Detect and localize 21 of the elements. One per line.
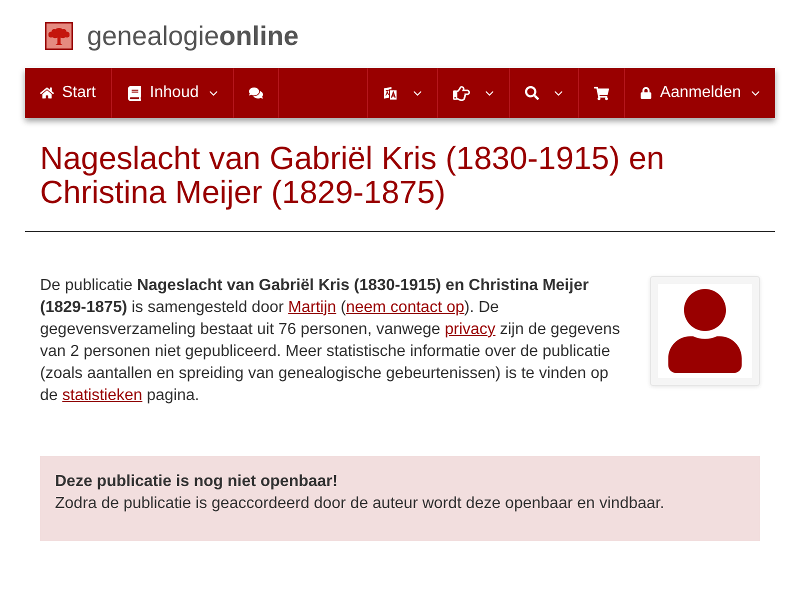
notice-text: Zodra de publicatie is geaccordeerd door de auteur wordt deze openbaar en vindbaar. — [55, 494, 666, 514]
statistics-link[interactable]: statistieken — [62, 387, 142, 404]
author-link[interactable]: Martijn — [288, 299, 336, 316]
speech-bubbles-icon — [248, 86, 263, 100]
search-icon — [525, 86, 540, 100]
contact-link[interactable]: neem contact op — [346, 299, 464, 316]
privacy-link[interactable]: privacy — [444, 321, 496, 338]
publication-description: De publicatie Nageslacht van Gabriël Kris (1830-1915) en Christina Meijer (1829-1875) is samengesteld door Martijn (neem contact op). De gegevensverzameling bestaat uit 76 personen, vanwege privacy zijn de gegevens van 2 personen niet gepubliceerd. Meer statistische informatie over de publicatie (zoals aantallen en spreiding van genealogische gebeurtenissen) is te vinden op de statistieken pagina. — [40, 276, 621, 406]
page-title: Nageslacht van Gabriël Kris (1830-1915) en Christina Meijer (1829-1875) — [40, 141, 666, 209]
contents-menu[interactable]: Inhoud — [112, 68, 234, 118]
notice-title: Deze publicatie is nog niet openbaar! — [55, 472, 339, 492]
login-menu[interactable]: Aanmelden — [624, 68, 775, 118]
cart-icon — [594, 86, 610, 100]
book-icon — [126, 86, 142, 100]
hand-pointing-icon — [453, 84, 470, 102]
lock-icon — [640, 87, 652, 99]
site-logo-text[interactable]: genealogieonline — [87, 22, 299, 50]
language-icon — [383, 86, 398, 100]
start-link[interactable]: Start — [25, 68, 112, 118]
tree-logo-icon — [45, 22, 73, 50]
home-icon — [40, 86, 54, 100]
